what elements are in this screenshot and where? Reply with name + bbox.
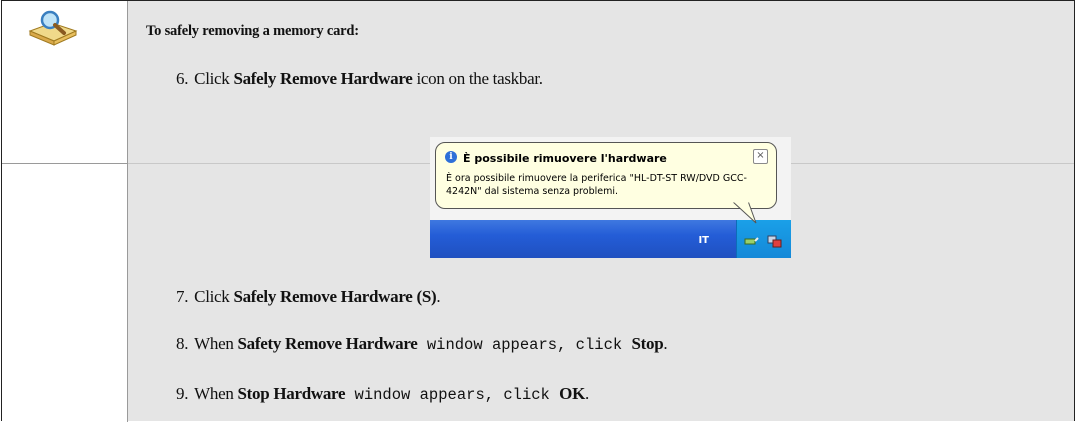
divider xyxy=(2,163,127,164)
taskbar-screenshot: IT i È possibile rimuovere l'hardware × xyxy=(430,137,791,258)
step-9: 9. When Stop Hardware window appears, cli… xyxy=(176,384,589,404)
step-7: 7. Click Safely Remove Hardware (S). xyxy=(176,287,441,306)
note-box: To safely removing a memory card: 6. Clic… xyxy=(1,0,1075,422)
step-6: 6. Click Safely Remove Hardware icon on t… xyxy=(176,69,543,88)
notification-balloon: i È possibile rimuovere l'hardware × È o… xyxy=(435,142,777,209)
section-heading: To safely removing a memory card: xyxy=(146,23,359,39)
network-icon xyxy=(767,235,782,248)
language-indicator: IT xyxy=(698,235,709,246)
close-icon[interactable]: × xyxy=(753,149,768,164)
step-8: 8. When Safety Remove Hardware window app… xyxy=(176,334,668,354)
safely-remove-hardware-icon xyxy=(744,237,759,245)
balloon-title: È possibile rimuovere l'hardware xyxy=(463,152,667,165)
balloon-text: È ora possibile rimuovere la periferica … xyxy=(446,173,747,197)
info-icon: i xyxy=(445,151,457,163)
note-content: To safely removing a memory card: 6. Clic… xyxy=(128,1,1074,421)
magnifier-book-icon xyxy=(28,10,78,46)
taskbar: IT xyxy=(430,220,791,258)
system-tray xyxy=(736,220,791,258)
icon-column xyxy=(2,1,128,422)
balloon-tail xyxy=(731,201,757,224)
